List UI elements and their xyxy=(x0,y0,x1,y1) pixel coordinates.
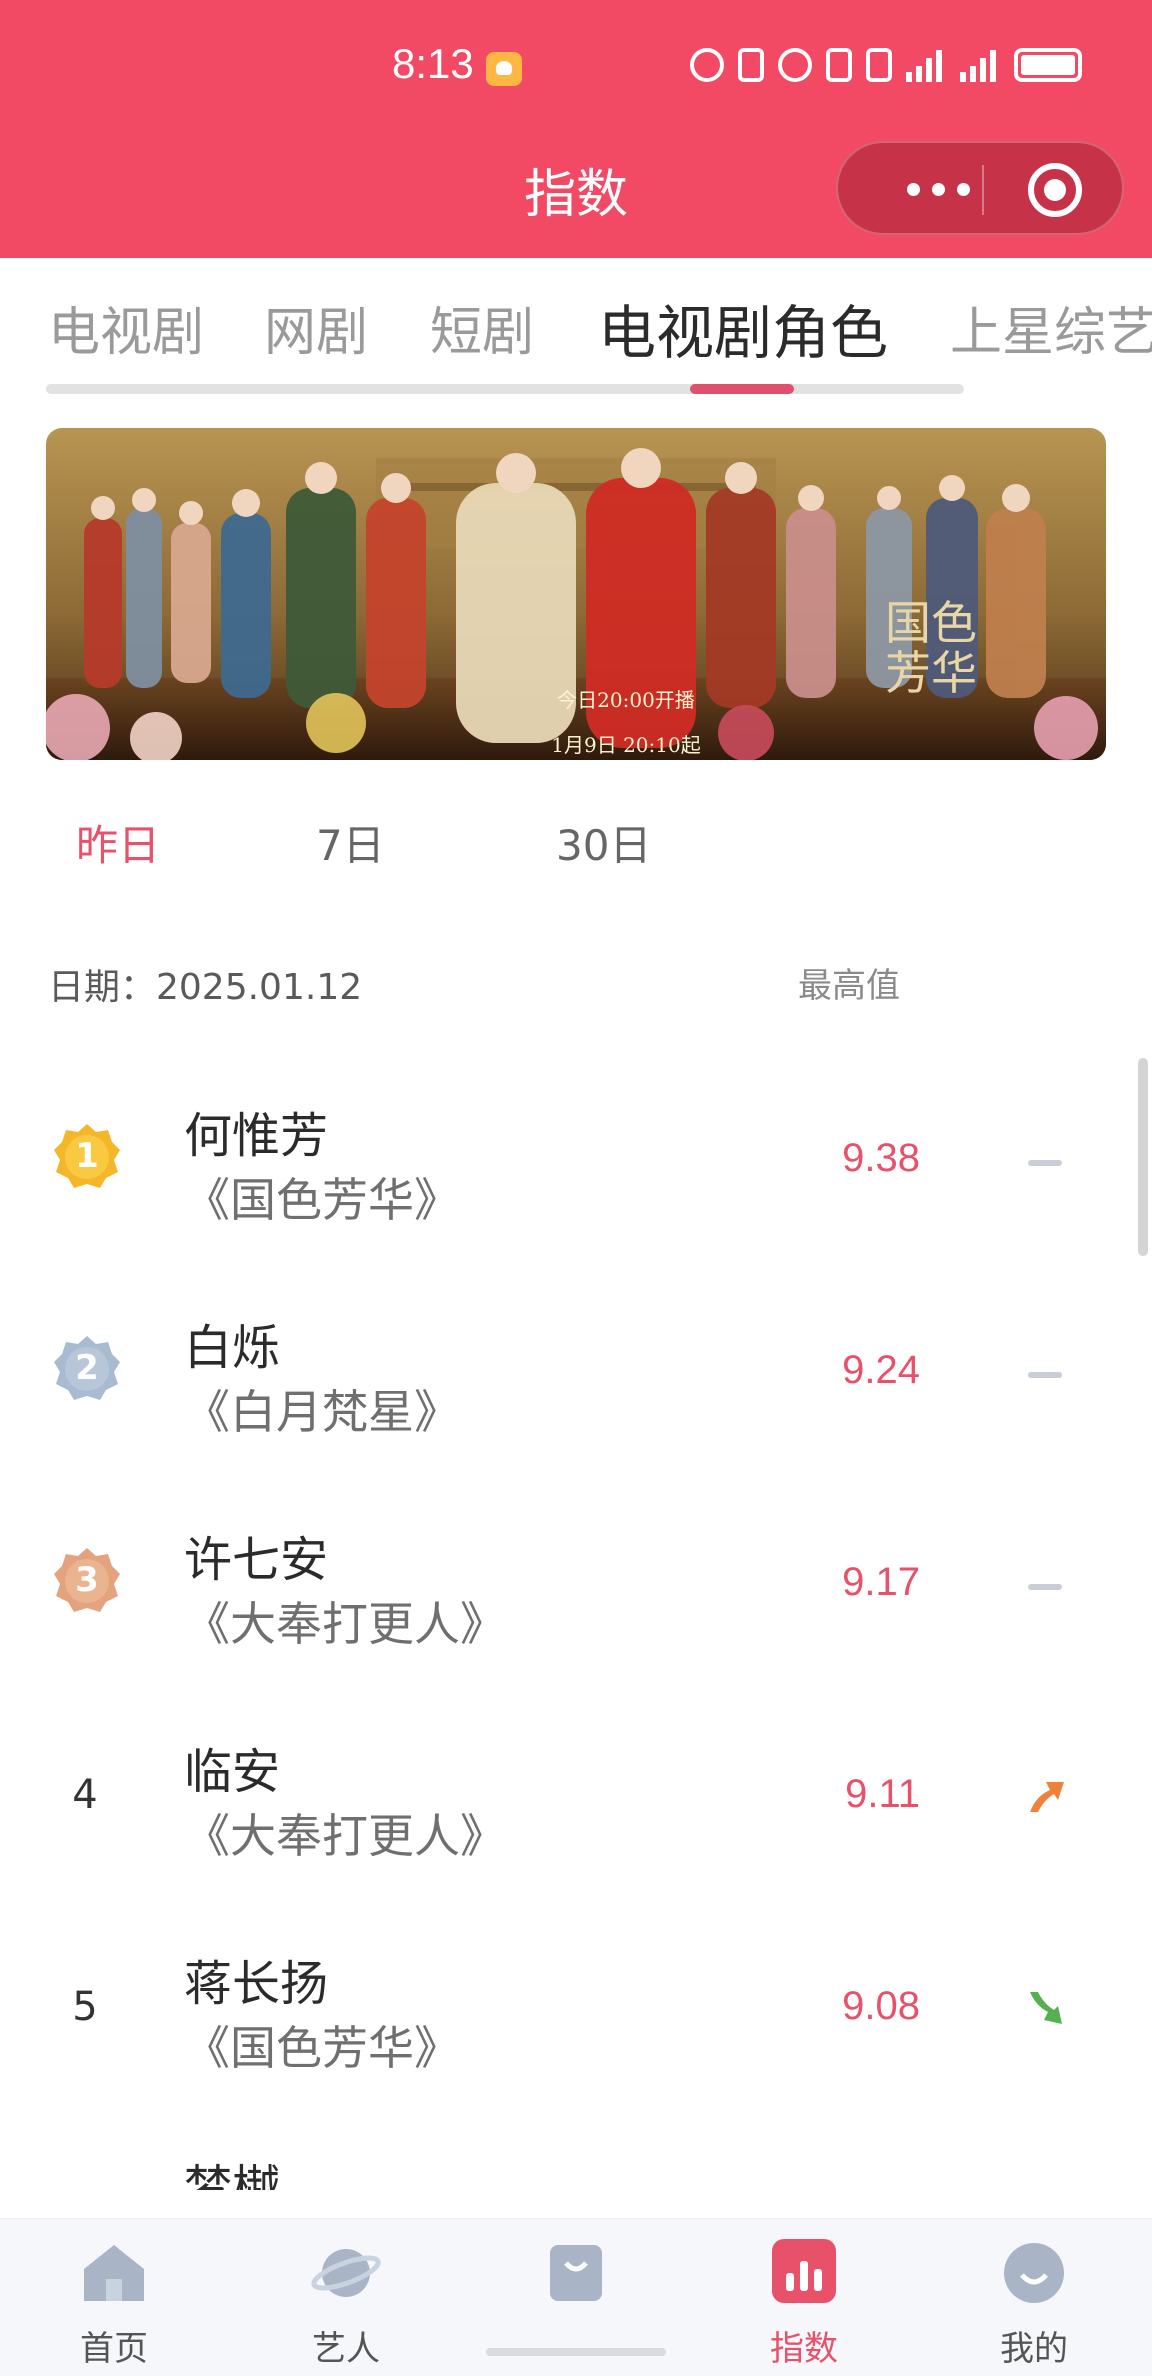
trend-flat-icon xyxy=(1028,1160,1062,1166)
banner-caption: 今日20:00开播 1月9日 20:10起 xyxy=(536,684,716,758)
drama-name: 《白月梵星》 xyxy=(184,1385,460,1439)
trend-flat-icon xyxy=(1028,1584,1062,1590)
gold-medal-icon: 1 xyxy=(52,1122,122,1192)
tab-active-indicator xyxy=(690,384,794,394)
battery-icon xyxy=(1014,48,1082,82)
ranking-row-1[interactable]: 1 何惟芳 《国色芳华》 9.38 xyxy=(0,1060,1152,1272)
ranking-row-2[interactable]: 2 白烁 《白月梵星》 9.24 xyxy=(0,1272,1152,1484)
signal-4g-icon xyxy=(960,48,1000,82)
role-name: 何惟芳 xyxy=(184,1108,329,1164)
bottom-tab-shop[interactable] xyxy=(506,2239,646,2321)
medal-rank: 3 xyxy=(75,1560,99,1600)
max-value-label: 最高值 xyxy=(798,966,900,1006)
period-tab-30d[interactable]: 30日 xyxy=(556,812,651,873)
score-value: 9.24 xyxy=(842,1348,920,1392)
profile-icon xyxy=(1004,2243,1064,2303)
bronze-medal-icon: 3 xyxy=(52,1546,122,1616)
score-value: 9.17 xyxy=(842,1560,920,1604)
role-name: 临安 xyxy=(184,1744,281,1800)
status-icons xyxy=(690,48,1082,82)
tab-short-drama[interactable]: 短剧 xyxy=(430,290,534,365)
bottom-tab-label: 艺人 xyxy=(312,2329,380,2369)
score-value: 9.38 xyxy=(842,1136,920,1180)
alarm-icon xyxy=(778,48,812,82)
role-name: 许七安 xyxy=(184,1532,329,1588)
drama-name: 《大奉打更人》 xyxy=(184,1597,506,1651)
top-header: 8:13 指数 xyxy=(0,0,1152,258)
banner-line1: 今日20:00开播 xyxy=(557,688,695,712)
ranking-row-3[interactable]: 3 许七安 《大奉打更人》 9.17 xyxy=(0,1484,1152,1696)
score-value: 9.11 xyxy=(845,1772,920,1816)
bottom-tab-label: 指数 xyxy=(770,2329,838,2369)
tab-tv-role[interactable]: 电视剧角色 xyxy=(598,286,888,370)
trend-down-icon xyxy=(1030,1992,1062,2024)
close-target-icon[interactable] xyxy=(1028,163,1082,217)
nfc-icon xyxy=(738,48,764,82)
bottom-tab-mine[interactable]: 我的 xyxy=(964,2239,1104,2370)
trend-up-icon xyxy=(1030,1782,1064,1812)
eye-icon xyxy=(690,48,724,82)
banner-logo: 国色芳华 xyxy=(885,596,977,700)
bottom-tab-label: 我的 xyxy=(1000,2329,1068,2369)
period-tab-7d[interactable]: 7日 xyxy=(316,812,385,873)
ranking-row-4[interactable]: 4 临安 《大奉打更人》 9.11 xyxy=(0,1696,1152,1908)
chart-icon xyxy=(772,2239,836,2303)
silver-medal-icon: 2 xyxy=(52,1334,122,1404)
rank-number: 4 xyxy=(72,1772,98,1818)
tab-scroll-track xyxy=(46,384,964,394)
rank-number: 5 xyxy=(72,1984,98,2030)
miniprogram-capsule xyxy=(836,141,1124,235)
bag-icon xyxy=(550,2245,602,2301)
planet-icon xyxy=(311,2249,381,2297)
tab-tv-drama[interactable]: 电视剧 xyxy=(48,290,204,365)
bottom-tab-index[interactable]: 指数 xyxy=(734,2239,874,2370)
status-time: 8:13 xyxy=(392,40,474,87)
score-value: 9.08 xyxy=(842,1984,920,2028)
more-icon[interactable] xyxy=(878,169,998,209)
banner-line2: 1月9日 20:10起 xyxy=(551,733,701,757)
bottom-tab-home[interactable]: 首页 xyxy=(44,2239,184,2370)
partial-next-row: 梦樾 xyxy=(184,2160,281,2190)
bottom-tab-label: 首页 xyxy=(80,2329,148,2369)
drama-name: 《国色芳华》 xyxy=(184,1173,460,1227)
vibrate-icon xyxy=(866,48,892,82)
date-label: 日期：2025.01.12 xyxy=(48,967,363,1008)
period-tab-yesterday[interactable]: 昨日 xyxy=(76,812,160,873)
tab-variety[interactable]: 上星综艺 xyxy=(950,290,1152,365)
drama-name: 《大奉打更人》 xyxy=(184,1809,506,1863)
bottom-tab-artist[interactable]: 艺人 xyxy=(276,2239,416,2370)
drama-banner[interactable]: 今日20:00开播 1月9日 20:10起 国色芳华 xyxy=(46,428,1106,760)
trend-flat-icon xyxy=(1028,1372,1062,1378)
ranking-row-5[interactable]: 5 蒋长扬 《国色芳华》 9.08 xyxy=(0,1908,1152,2120)
category-tabs: 电视剧 网剧 短剧 电视剧角色 上星综艺 xyxy=(0,258,1152,398)
bluetooth-icon xyxy=(826,48,852,82)
signal-5g-icon xyxy=(906,48,946,82)
scrollbar[interactable] xyxy=(1138,1058,1148,1256)
notification-badge-icon xyxy=(486,52,522,86)
role-name: 蒋长扬 xyxy=(184,1956,329,2012)
medal-rank: 1 xyxy=(75,1136,99,1176)
home-indicator[interactable] xyxy=(486,2348,666,2356)
role-name: 白烁 xyxy=(184,1320,281,1376)
tab-web-drama[interactable]: 网剧 xyxy=(264,290,368,365)
home-icon xyxy=(84,2245,144,2301)
drama-name: 《国色芳华》 xyxy=(184,2021,460,2075)
capsule-divider xyxy=(982,165,984,215)
medal-rank: 2 xyxy=(75,1348,99,1388)
status-bar: 8:13 xyxy=(0,0,1152,130)
